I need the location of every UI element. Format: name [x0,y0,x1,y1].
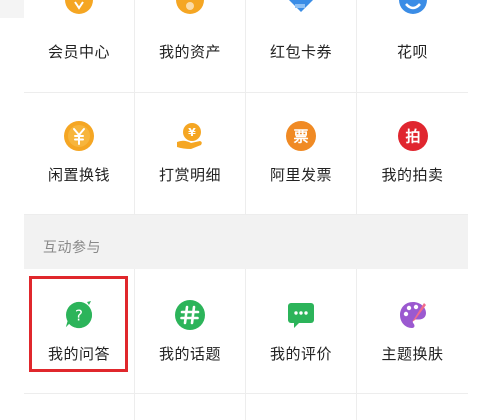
auction-icon: 拍 [397,120,429,152]
interaction-row: ? 我的问答 我的话题 我的评价 主题换肤 [24,269,468,394]
grid-item-idle-to-cash[interactable]: 闲置换钱 [24,93,135,214]
services-row-1: 会员中心 我的资产 红包卡券 花呗 [24,0,468,93]
grid-item-my-reviews[interactable]: 我的评价 [246,269,357,393]
right-margin [468,0,485,420]
topic-hash-icon [174,299,206,331]
grid-item-label: 打赏明细 [158,166,221,184]
grid-item-my-qa[interactable]: ? 我的问答 [24,269,135,393]
grid-item-label: 红包卡券 [269,43,332,61]
grid-item-member-center[interactable]: 会员中心 [24,0,135,92]
grid-item-label: 我的问答 [47,345,110,363]
section-header-interaction: 互动参与 [24,215,468,269]
huabei-icon [397,0,429,16]
yen-coin-icon [63,120,95,152]
grid-item-label: 我的话题 [158,345,221,363]
tip-hand-icon: ¥ [174,120,206,152]
grid-item-coupons[interactable]: 红包卡券 [246,0,357,92]
grid-item-label: 我的拍卖 [381,166,444,184]
grid-item-label: 主题换肤 [381,345,444,363]
svg-text:拍: 拍 [405,128,420,146]
svg-text:?: ? [75,307,83,325]
grid-item-label: 花呗 [396,43,428,61]
services-row-2: 闲置换钱 ¥ 打赏明细 票 阿里发票 拍 我的拍卖 [24,93,468,215]
grid-item-theme-skin[interactable]: 主题换肤 [357,269,468,393]
grid-item-label: 我的评价 [269,345,332,363]
grid-item-label: 会员中心 [47,43,110,61]
grid-item-empty [357,394,468,420]
grid-item-label: 阿里发票 [269,166,332,184]
grid-item-empty [24,394,135,420]
review-chat-icon [285,299,317,331]
coupons-icon [285,0,317,16]
grid-item-ali-invoice[interactable]: 票 阿里发票 [246,93,357,214]
member-center-icon [63,0,95,16]
grid-item-label: 闲置换钱 [47,166,110,184]
grid-item-my-auction[interactable]: 拍 我的拍卖 [357,93,468,214]
qa-bubble-icon: ? [63,299,95,331]
svg-text:¥: ¥ [188,126,196,139]
theme-palette-icon [397,299,429,331]
grid-item-my-topics[interactable]: 我的话题 [135,269,246,393]
grid-item-label: 我的资产 [158,43,221,61]
svg-text:票: 票 [293,128,308,146]
grid-item-empty [135,394,246,420]
invoice-icon: 票 [285,120,317,152]
grid-item-my-assets[interactable]: 我的资产 [135,0,246,92]
my-assets-icon [174,0,206,16]
services-page: 会员中心 我的资产 红包卡券 花呗 闲置换钱 ¥ 打赏明细 票 阿里发票 拍 我… [0,0,485,420]
grid-item-tip-details[interactable]: ¥ 打赏明细 [135,93,246,214]
section-title: 互动参与 [43,240,101,256]
grid-item-huabei[interactable]: 花呗 [357,0,468,92]
grid-item-empty [246,394,357,420]
interaction-row-2 [24,394,468,420]
